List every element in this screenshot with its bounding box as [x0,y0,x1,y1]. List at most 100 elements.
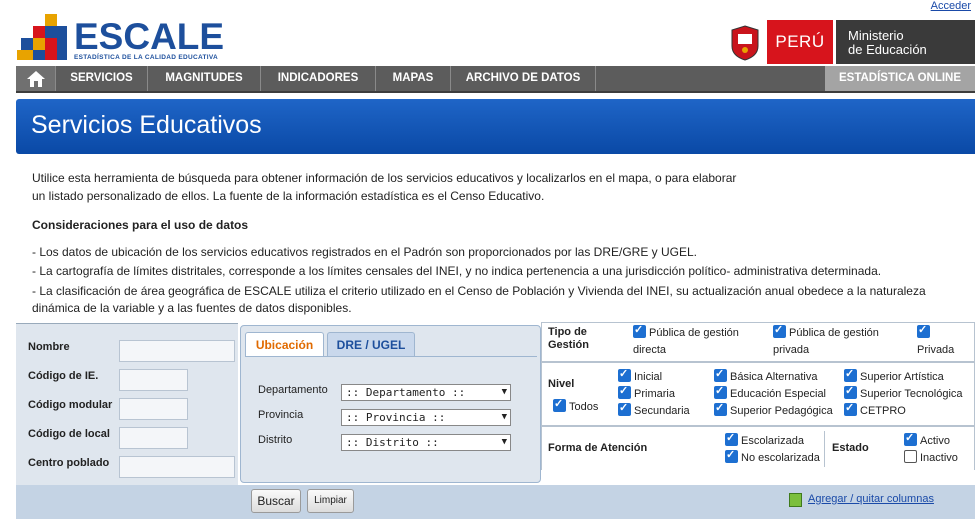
provincia-select[interactable]: :: Provincia :: ▼ [341,409,511,426]
estado-label: Estado [832,442,869,454]
intro-line-1: Utilice esta herramienta de búsqueda par… [32,171,737,185]
centro-poblado-label: Centro poblado [28,457,110,469]
gestion-filter: Tipo de Gestión Pública de gestión direc… [541,322,975,362]
nav-mapas[interactable]: MAPAS [376,66,451,91]
logo-tagline: ESTADÍSTICA DE LA CALIDAD EDUCATIVA [74,54,218,61]
no-escolarizada-label: No escolarizada [741,452,820,464]
nav-magnitudes[interactable]: MAGNITUDES [148,66,261,91]
forma-atencion-label: Forma de Atención [548,442,648,454]
gestion-publica-directa-checkbox[interactable] [633,323,646,338]
codigo-modular-label: Código modular [28,399,113,411]
nav-archivo-datos[interactable]: ARCHIVO DE DATOS [451,66,596,91]
ubicacion-tab-body: Departamento :: Departamento :: ▼ Provinc… [245,356,537,479]
escale-logo[interactable]: ESCALE ESTADÍSTICA DE LA CALIDAD EDUCATI… [17,14,224,62]
gestion-publica-privada-label: Pública de gestión [789,327,879,339]
main-nav: SERVICIOS MAGNITUDES INDICADORES MAPAS A… [16,66,975,93]
page-title: Servicios Educativos [31,111,262,139]
codigo-local-label: Código de local [28,428,110,440]
codigo-ie-input[interactable] [119,369,188,391]
nivel-basica-alternativa-label: Básica Alternativa [730,371,818,383]
escale-logo-icon [17,14,67,60]
nivel-superior-artistica-checkbox[interactable] [844,367,857,382]
considerations-heading: Consideraciones para el uso de datos [32,218,249,232]
nivel-basica-alternativa-checkbox[interactable] [714,367,727,382]
nivel-primaria-checkbox[interactable] [618,384,631,399]
nivel-todos-checkbox[interactable] [553,397,566,412]
nivel-superior-artistica-label: Superior Artística [860,371,944,383]
departamento-label: Departamento [258,384,328,396]
estado-inactivo-label: Inactivo [920,452,958,464]
estado-activo-label: Activo [920,435,950,447]
distrito-select[interactable]: :: Distrito :: ▼ [341,434,511,451]
gestion-publica-directa-label-2: directa [633,344,667,356]
nivel-label: Nivel [548,378,575,390]
codigo-ie-label: Código de IE. [28,370,99,382]
chevron-down-icon: ▼ [501,387,507,397]
gestion-publica-privada-checkbox[interactable] [773,323,786,338]
tipo-gestion-label: Tipo de Gestión [548,326,589,351]
nivel-educacion-especial-checkbox[interactable] [714,384,727,399]
gestion-privada-label: Privada [917,344,955,356]
home-icon [26,71,45,87]
nivel-primaria-label: Primaria [634,388,675,400]
page-banner: Servicios Educativos [16,99,975,154]
nombre-input[interactable] [119,340,235,362]
nivel-superior-tecnologica-checkbox[interactable] [844,384,857,399]
nav-servicios[interactable]: SERVICIOS [56,66,148,91]
gestion-privada-checkbox[interactable] [917,323,930,338]
nivel-educacion-especial-label: Educación Especial [730,388,827,400]
search-button[interactable]: Buscar [251,489,301,513]
divider [824,431,825,467]
nivel-superior-tecnologica-label: Superior Tecnológica [860,388,963,400]
nav-home[interactable] [16,66,56,91]
coat-of-arms-icon [726,20,764,64]
action-bar: Buscar Limpiar Agregar / quitar columnas [16,485,975,519]
peru-label: PERÚ [767,20,833,64]
login-link[interactable]: Acceder [931,0,971,12]
nivel-inicial-label: Inicial [634,371,663,383]
clear-button[interactable]: Limpiar [307,489,354,513]
toggle-columns-link[interactable]: Agregar / quitar columnas [808,493,934,505]
nivel-filter: Nivel Todos Inicial Primaria Secundaria … [541,362,975,426]
codigo-local-input[interactable] [119,427,188,449]
codigo-modular-input[interactable] [119,398,188,420]
intro-line-2: un listado personalizado de ellos. La fu… [32,189,545,203]
gestion-publica-directa-label: Pública de gestión [649,327,739,339]
nombre-label: Nombre [28,341,70,353]
provincia-label: Provincia [258,409,304,421]
nivel-cetpro-label: CETPRO [860,405,906,417]
nivel-secundaria-checkbox[interactable] [618,401,631,416]
filters-panel: Tipo de Gestión Pública de gestión direc… [541,322,975,485]
nivel-superior-pedagogica-label: Superior Pedagógica [730,405,833,417]
nivel-inicial-checkbox[interactable] [618,367,631,382]
atencion-estado-filter: Forma de Atención Escolarizada No escola… [541,426,975,470]
gestion-publica-privada-label-2: privada [773,344,810,356]
nivel-todos-label: Todos [569,401,599,413]
columns-icon[interactable] [789,493,802,507]
nivel-superior-pedagogica-checkbox[interactable] [714,401,727,416]
logo-name: ESCALE [74,16,225,57]
nivel-cetpro-checkbox[interactable] [844,401,857,416]
nav-indicadores[interactable]: INDICADORES [261,66,376,91]
escolarizada-checkbox[interactable] [725,431,738,446]
ministry-label: Ministerio de Educación [836,20,975,64]
chevron-down-icon: ▼ [501,412,507,422]
search-fields-panel: Nombre Código de IE. Código modular Códi… [16,323,238,485]
consideration-3a: - La clasificación de área geográfica de… [32,284,926,298]
no-escolarizada-checkbox[interactable] [725,448,738,463]
distrito-label: Distrito [258,434,293,446]
nivel-secundaria-label: Secundaria [634,405,690,417]
tab-ubicacion[interactable]: Ubicación [245,332,324,357]
estado-activo-checkbox[interactable] [904,431,917,446]
consideration-3b: dinámica de la variable y a las fuentes … [32,301,352,315]
estado-inactivo-checkbox[interactable] [904,450,917,463]
chevron-down-icon: ▼ [501,437,507,447]
tab-dre-ugel[interactable]: DRE / UGEL [327,332,415,357]
consideration-2: - La cartografía de límites distritales,… [32,264,882,278]
location-tabs-panel: Ubicación DRE / UGEL Departamento :: Dep… [240,325,541,483]
government-brand: PERÚ Ministerio de Educación [726,20,975,64]
nav-estadistica-online[interactable]: ESTADÍSTICA ONLINE [825,66,975,91]
centro-poblado-input[interactable] [119,456,235,478]
departamento-select[interactable]: :: Departamento :: ▼ [341,384,511,401]
consideration-1: - Los datos de ubicación de los servicio… [32,245,698,259]
